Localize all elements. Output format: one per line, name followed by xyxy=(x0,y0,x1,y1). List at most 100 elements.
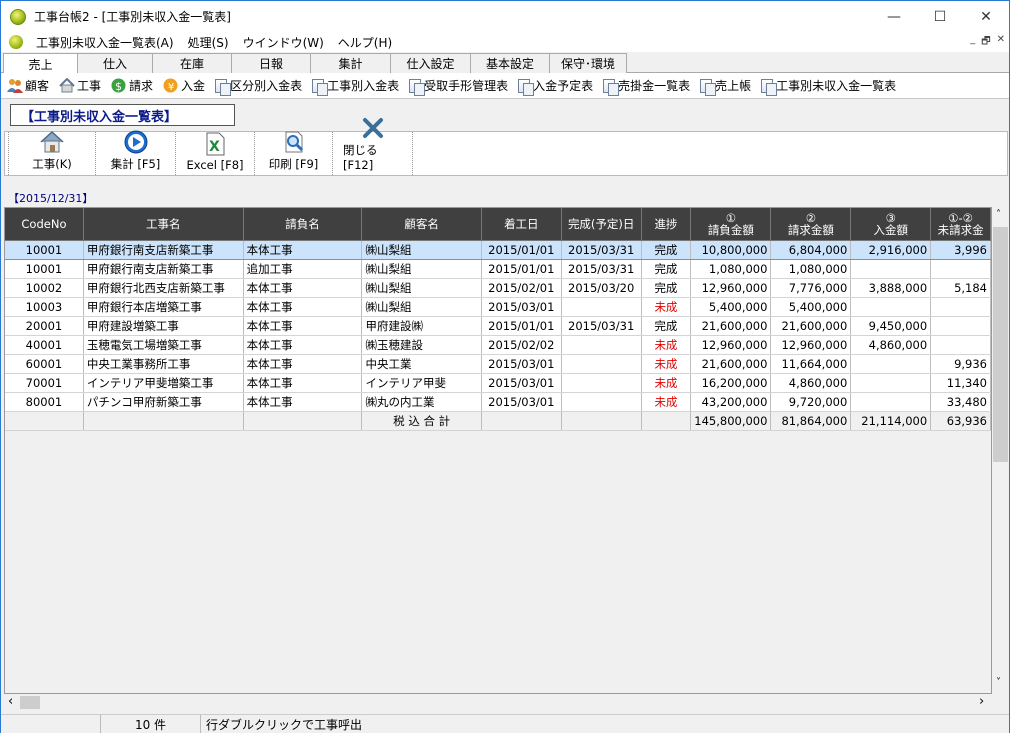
table-cell: 9,936 xyxy=(930,354,991,374)
scroll-right-icon[interactable]: › xyxy=(979,694,984,709)
tab-basic-settings[interactable]: 基本設定 xyxy=(470,53,550,73)
excel-button[interactable]: X Excel [F8] xyxy=(176,132,255,175)
column-header[interactable]: ① 請負金額 xyxy=(690,208,772,241)
table-cell: 甲府銀行北西支店新築工事 xyxy=(83,278,244,298)
table-cell xyxy=(561,354,642,374)
table-cell: 11,340 xyxy=(930,373,991,393)
tab-sales[interactable]: 売上 xyxy=(3,53,78,74)
empty-cell xyxy=(83,411,244,431)
column-header[interactable]: 完成(予定)日 xyxy=(561,208,642,241)
table-row[interactable]: 70001 インテリア甲斐増築工事 本体工事 インテリア甲斐 2015/03/01 未成 1… xyxy=(5,373,991,393)
scroll-up-icon[interactable]: ˄ xyxy=(996,209,1001,220)
quick-payment-schedule[interactable]: 入金予定表 xyxy=(518,77,593,96)
house-icon xyxy=(59,77,75,93)
empty-cell xyxy=(641,411,692,431)
column-header[interactable]: ①-② 未請求金 xyxy=(930,208,991,241)
quick-sales-ledger[interactable]: 売上帳 xyxy=(700,77,751,96)
customers-icon xyxy=(7,78,23,93)
table-cell: 本体工事 xyxy=(243,239,363,260)
table-cell: 33,480 xyxy=(930,392,991,412)
quick-customer[interactable]: 顧客 xyxy=(7,77,49,94)
table-row[interactable]: 60001 中央工業事務所工事 本体工事 中央工業 2015/03/01 未成 21,600… xyxy=(5,354,991,374)
mdi-close-button[interactable]: ✕ xyxy=(997,34,1005,51)
table-cell: 10001 xyxy=(5,259,84,279)
data-grid[interactable]: CodeNo 工事名 請負名 顧客名 着工日 完成(予定)日 進捗 ① 請負金額 ② 請求金額 ③… xyxy=(4,207,992,694)
document-icon[interactable] xyxy=(9,35,23,49)
title-bar[interactable]: 工事台帳2 - [工事別未収入金一覧表] — ☐ ✕ xyxy=(1,1,1009,32)
menu-window[interactable]: ウインドウ(W) xyxy=(236,34,331,51)
quick-unpaid-list[interactable]: 工事別未収入金一覧表 xyxy=(761,77,896,96)
maximize-button[interactable]: ☐ xyxy=(917,1,963,32)
print-button[interactable]: 印刷 [F9] xyxy=(255,131,333,175)
quick-receivables-list[interactable]: 売掛金一覧表 xyxy=(603,77,690,96)
menu-help[interactable]: ヘルプ(H) xyxy=(331,34,399,51)
horizontal-scroll-thumb[interactable] xyxy=(20,696,40,709)
table-row[interactable]: 10001 甲府銀行南支店新築工事 追加工事 ㈱山梨組 2015/01/01 2015/0… xyxy=(5,259,991,279)
column-header[interactable]: 顧客名 xyxy=(361,208,482,241)
minimize-button[interactable]: — xyxy=(871,1,917,32)
mdi-controls: _ 🗗 ✕ xyxy=(970,34,1005,51)
table-cell: 3,888,000 xyxy=(850,278,932,298)
quick-billing[interactable]: $ 請求 xyxy=(111,77,153,94)
column-header[interactable]: 進捗 xyxy=(641,208,692,241)
tab-daily[interactable]: 日報 xyxy=(231,53,311,73)
vertical-scroll-thumb[interactable] xyxy=(993,227,1008,462)
tab-inventory[interactable]: 在庫 xyxy=(152,53,232,73)
table-cell: 2015/03/20 xyxy=(561,278,642,298)
quick-notes-receivable[interactable]: 受取手形管理表 xyxy=(409,77,508,96)
table-cell: ㈱丸の内工業 xyxy=(361,392,482,412)
table-cell: 甲府銀行本店増築工事 xyxy=(83,297,244,317)
tab-purchase[interactable]: 仕入 xyxy=(77,53,153,73)
table-cell: 2,916,000 xyxy=(850,239,932,260)
quick-construction[interactable]: 工事 xyxy=(59,77,101,94)
construction-button[interactable]: 工事(K) xyxy=(8,130,96,175)
table-row[interactable]: 80001 パチンコ甲府新築工事 本体工事 ㈱丸の内工業 2015/03/01 未成 43,… xyxy=(5,392,991,412)
table-row[interactable]: 10001 甲府銀行南支店新築工事 本体工事 ㈱山梨組 2015/01/01 2015/0… xyxy=(5,239,991,260)
table-cell: 2015/03/01 xyxy=(481,373,562,393)
table-row[interactable]: 10002 甲府銀行北西支店新築工事 本体工事 ㈱山梨組 2015/02/01 2015/… xyxy=(5,278,991,298)
form-title: 【工事別未収入金一覧表】 xyxy=(10,104,235,126)
play-icon xyxy=(123,130,149,154)
menu-report[interactable]: 工事別未収入金一覧表(A) xyxy=(29,34,181,51)
report-icon xyxy=(761,78,778,96)
table-cell: 5,400,000 xyxy=(690,297,772,317)
table-cell: 12,960,000 xyxy=(690,335,772,355)
tab-purchase-settings[interactable]: 仕入設定 xyxy=(390,53,471,73)
mdi-minimize-button[interactable]: _ xyxy=(970,34,975,51)
column-header[interactable]: CodeNo xyxy=(5,208,84,241)
quick-category-payment[interactable]: 区分別入金表 xyxy=(215,77,302,96)
column-header[interactable]: 請負名 xyxy=(243,208,363,241)
status-segment-empty xyxy=(1,715,101,733)
table-row[interactable]: 10003 甲府銀行本店増築工事 本体工事 ㈱山梨組 2015/03/01 未成 5,400… xyxy=(5,297,991,317)
table-cell: 2015/01/01 xyxy=(481,259,562,279)
table-row[interactable]: 20001 甲府建設増築工事 本体工事 甲府建設㈱ 2015/01/01 2015/03/… xyxy=(5,316,991,336)
table-cell xyxy=(850,259,932,279)
total-row: 税 込 合 計 145,800,000 81,864,000 21,114,000 63… xyxy=(5,411,991,431)
quick-payment[interactable]: ¥ 入金 xyxy=(163,77,205,94)
tab-maintenance[interactable]: 保守･環境 xyxy=(549,53,627,73)
horizontal-scrollbar[interactable]: ‹ › xyxy=(4,694,1009,711)
table-cell: 未成 xyxy=(641,297,692,317)
table-row[interactable]: 40001 玉穂電気工場増築工事 本体工事 ㈱玉穂建設 2015/02/02 未成 12,9… xyxy=(5,335,991,355)
aggregate-button[interactable]: 集計 [F5] xyxy=(96,130,176,175)
table-cell xyxy=(561,392,642,412)
column-header[interactable]: ③ 入金額 xyxy=(850,208,932,241)
column-header[interactable]: 着工日 xyxy=(481,208,562,241)
close-form-button[interactable]: 閉じる [F12] xyxy=(333,118,413,175)
mdi-restore-button[interactable]: 🗗 xyxy=(981,34,990,51)
table-cell: 7,776,000 xyxy=(770,278,852,298)
table-cell xyxy=(561,373,642,393)
table-cell xyxy=(930,335,991,355)
scroll-down-icon[interactable]: ˅ xyxy=(996,677,1001,688)
column-header[interactable]: ② 請求金額 xyxy=(770,208,852,241)
scroll-left-icon[interactable]: ‹ xyxy=(8,694,13,709)
close-button[interactable]: ✕ xyxy=(963,1,1009,32)
table-cell: 完成 xyxy=(641,259,692,279)
column-header[interactable]: 工事名 xyxy=(83,208,244,241)
tab-aggregate[interactable]: 集計 xyxy=(310,53,391,73)
vertical-scrollbar[interactable]: ˄ ˅ xyxy=(992,207,1009,694)
record-count: 10 件 xyxy=(101,715,201,733)
quick-construction-payment[interactable]: 工事別入金表 xyxy=(312,77,399,96)
menu-process[interactable]: 処理(S) xyxy=(181,34,236,51)
table-cell: 2015/01/01 xyxy=(481,239,562,260)
